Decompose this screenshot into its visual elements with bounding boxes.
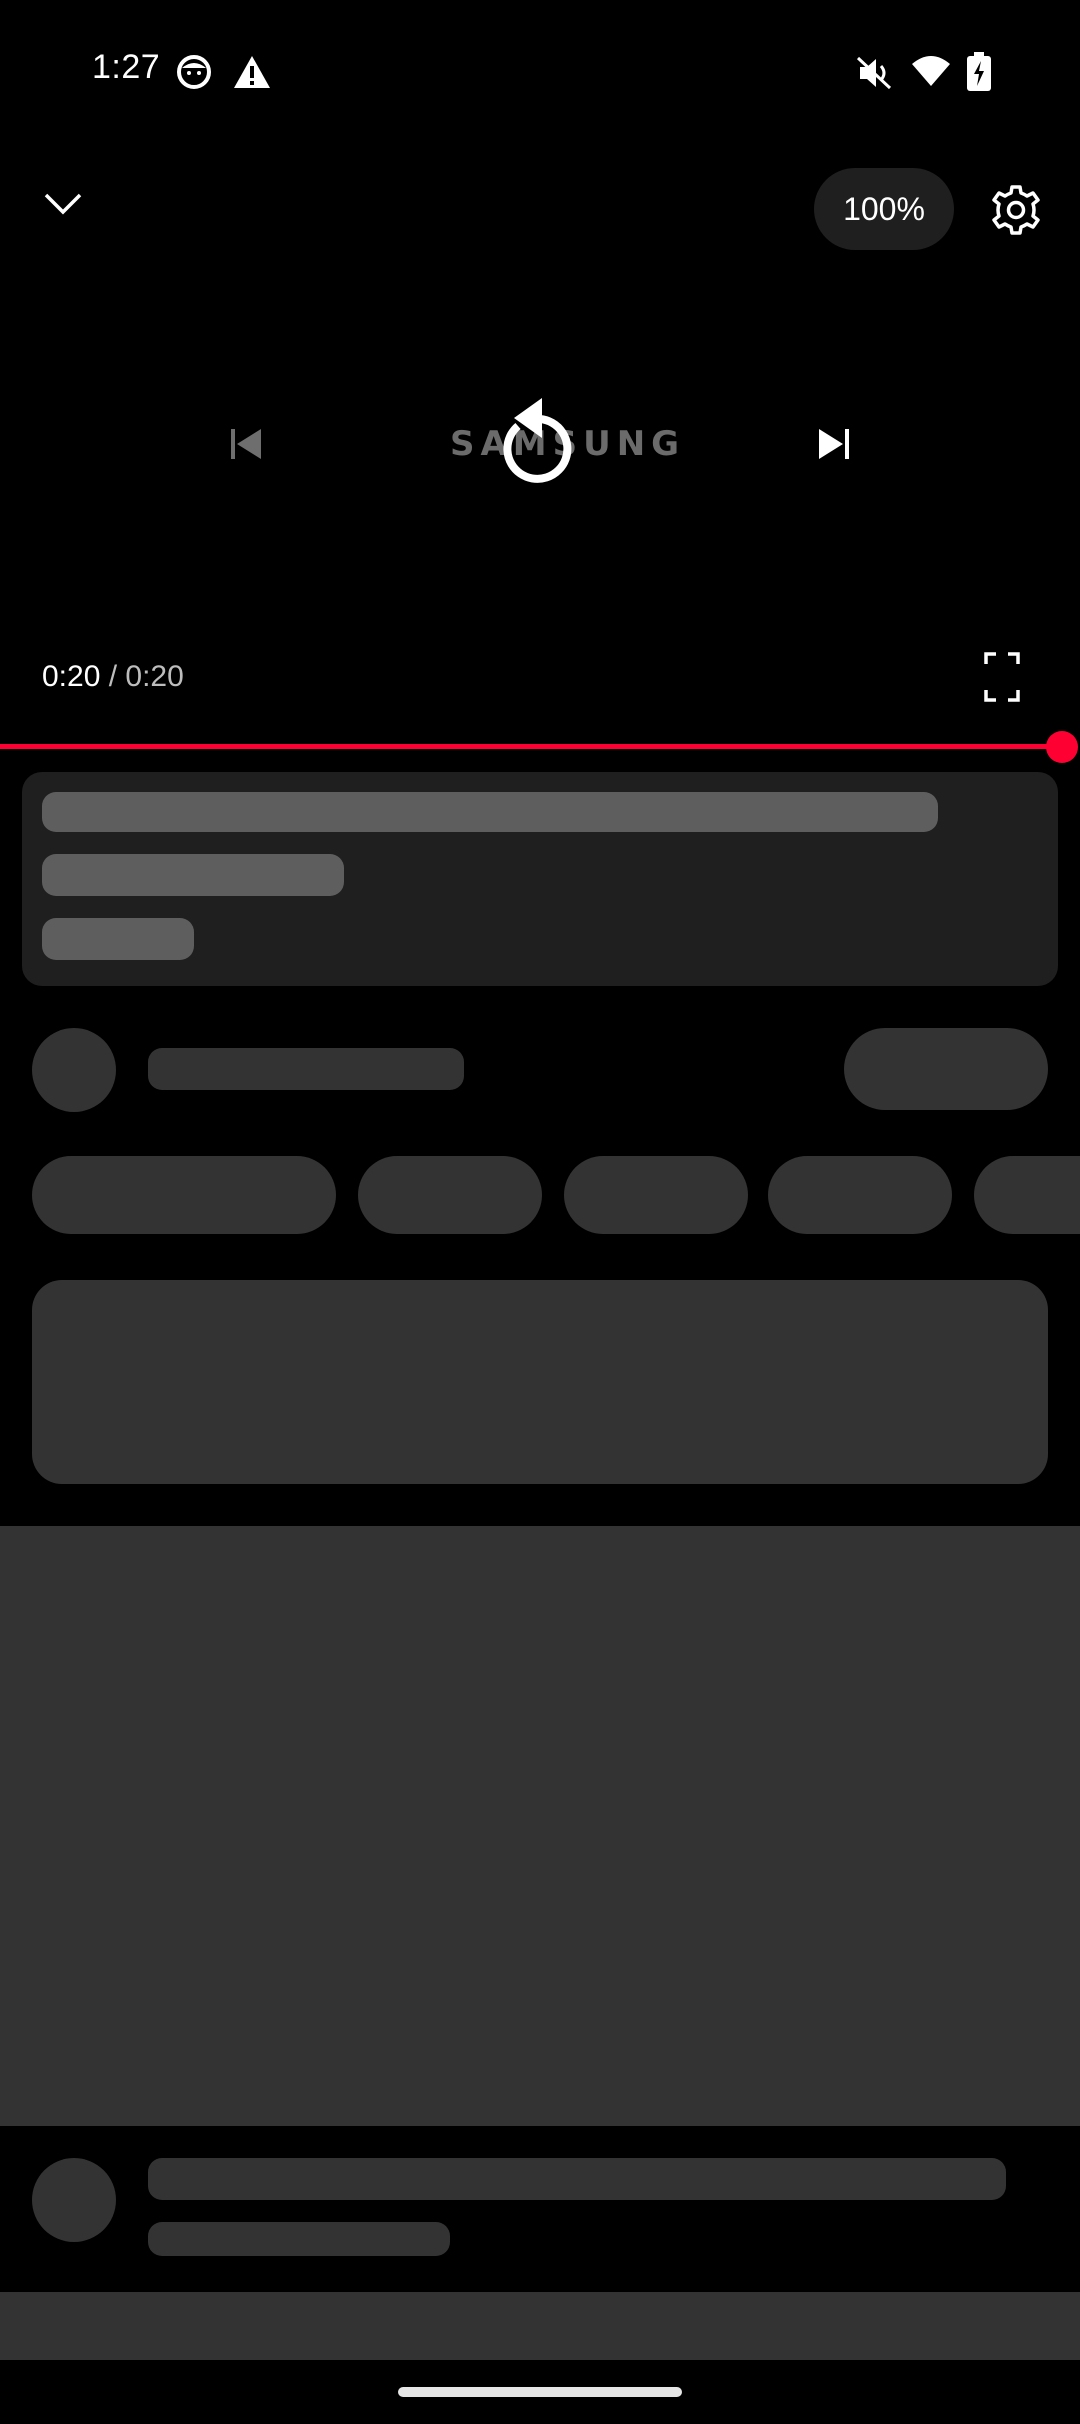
- video-title-placeholder: [148, 2158, 1006, 2200]
- channel-name-placeholder: [148, 1048, 464, 1090]
- fullscreen-icon[interactable]: [980, 650, 1024, 704]
- mute-icon: [854, 54, 894, 92]
- video-meta-placeholder: [148, 2222, 450, 2256]
- subscribe-button-placeholder: [844, 1028, 1048, 1110]
- title-placeholder-line: [42, 854, 344, 896]
- face-icon: [176, 54, 212, 90]
- time-separator: /: [100, 660, 126, 693]
- title-placeholder-line: [42, 792, 938, 832]
- action-chip-placeholder: [32, 1156, 336, 1234]
- next-icon[interactable]: [814, 424, 854, 464]
- gesture-nav-handle[interactable]: [398, 2387, 682, 2397]
- progress-scrubber-handle[interactable]: [1046, 731, 1078, 763]
- status-time: 1:27: [92, 48, 161, 86]
- description-placeholder-card: [32, 1280, 1048, 1484]
- zoom-button[interactable]: 100%: [814, 168, 954, 250]
- battery-charging-icon: [966, 52, 992, 92]
- current-time: 0:20: [42, 660, 101, 693]
- progress-bar[interactable]: [0, 744, 1062, 749]
- title-placeholder-line: [42, 918, 194, 960]
- zoom-label: 100%: [843, 190, 925, 227]
- warning-icon: [232, 54, 272, 90]
- action-chip-placeholder: [974, 1156, 1080, 1234]
- total-time: 0:20: [125, 660, 184, 693]
- action-chip-placeholder: [358, 1156, 542, 1234]
- wifi-icon: [910, 54, 952, 88]
- replay-icon[interactable]: [496, 392, 582, 488]
- settings-gear-icon[interactable]: [988, 182, 1044, 238]
- time-readout: 0:20 / 0:20: [42, 660, 184, 694]
- action-chip-placeholder: [768, 1156, 952, 1234]
- video-avatar-placeholder: [32, 2158, 116, 2242]
- previous-icon[interactable]: [226, 424, 266, 464]
- collapse-chevron-icon[interactable]: [40, 184, 86, 224]
- channel-avatar-placeholder: [32, 1028, 116, 1112]
- video-thumbnail-placeholder: [0, 1526, 1080, 2126]
- next-thumbnail-placeholder: [0, 2292, 1080, 2360]
- action-chip-placeholder: [564, 1156, 748, 1234]
